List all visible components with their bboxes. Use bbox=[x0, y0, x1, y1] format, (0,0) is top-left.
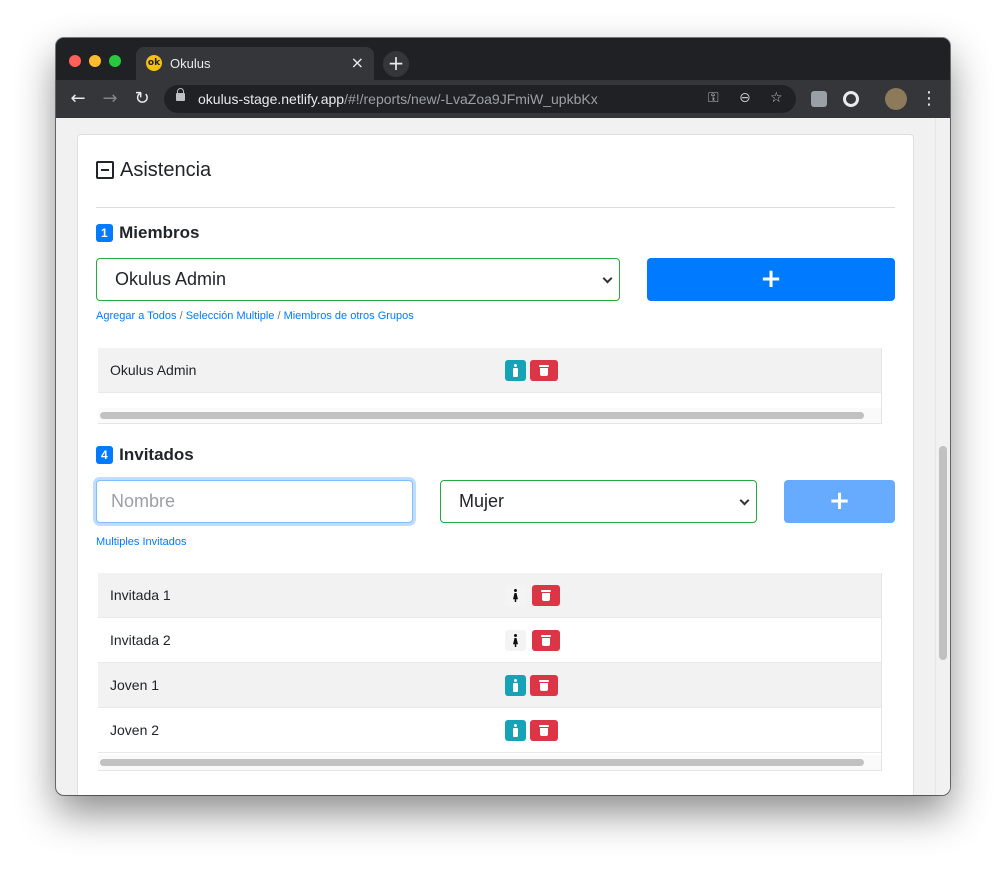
lock-icon bbox=[176, 88, 185, 101]
gender-female-button[interactable] bbox=[505, 585, 526, 606]
zoom-icon[interactable]: ⊖ bbox=[739, 90, 751, 106]
forward-icon[interactable]: → bbox=[99, 88, 121, 110]
profile-avatar[interactable] bbox=[885, 88, 907, 110]
gender-male-button[interactable] bbox=[505, 360, 526, 381]
page-content: Asistencia 1 Miembros Okulus Admin + Agr… bbox=[56, 118, 950, 795]
guests-title: Invitados bbox=[119, 445, 194, 464]
member-name: Okulus Admin bbox=[110, 362, 197, 378]
member-select[interactable]: Okulus Admin bbox=[96, 258, 620, 301]
menu-icon[interactable]: ⋮ bbox=[918, 88, 940, 110]
trash-icon bbox=[541, 590, 551, 601]
guest-links: Multiples Invitados bbox=[96, 536, 187, 548]
trash-icon bbox=[539, 725, 549, 736]
url-text: okulus-stage.netlify.app/#!/reports/new/… bbox=[198, 91, 598, 107]
guest-name-input[interactable]: Nombre bbox=[96, 480, 413, 523]
guest-name: Invitada 2 bbox=[110, 632, 171, 648]
close-window-button[interactable] bbox=[69, 55, 81, 67]
table-row: Invitada 2 bbox=[98, 618, 881, 663]
member-links: Agregar a Todos / Selección Multiple / M… bbox=[96, 310, 414, 322]
star-icon[interactable]: ☆ bbox=[770, 90, 783, 106]
browser-toolbar: ← → ↻ okulus-stage.netlify.app/#!/report… bbox=[56, 80, 950, 118]
guests-header: 4 Invitados bbox=[96, 445, 194, 467]
delete-button[interactable] bbox=[532, 585, 560, 606]
horizontal-scrollbar[interactable] bbox=[98, 755, 881, 770]
male-icon bbox=[513, 364, 518, 377]
gender-female-button[interactable] bbox=[505, 630, 526, 651]
guests-count-badge: 4 bbox=[96, 446, 113, 464]
okulus-favicon-icon: ok bbox=[146, 55, 162, 71]
address-bar[interactable]: okulus-stage.netlify.app/#!/reports/new/… bbox=[164, 85, 796, 113]
delete-button[interactable] bbox=[532, 630, 560, 651]
multiple-guests-link[interactable]: Multiples Invitados bbox=[96, 536, 187, 548]
add-member-button[interactable]: + bbox=[647, 258, 895, 301]
members-count-badge: 1 bbox=[96, 224, 113, 242]
delete-button[interactable] bbox=[530, 675, 558, 696]
delete-button[interactable] bbox=[530, 720, 558, 741]
gender-male-button[interactable] bbox=[505, 720, 526, 741]
guest-name: Joven 1 bbox=[110, 677, 160, 693]
table-row: Joven 2 bbox=[98, 708, 881, 753]
extension-record-icon[interactable] bbox=[843, 91, 859, 107]
guest-name: Joven 2 bbox=[110, 722, 160, 738]
scrollbar-thumb[interactable] bbox=[939, 446, 947, 660]
member-select-value: Okulus Admin bbox=[115, 269, 227, 289]
members-list: Okulus Admin bbox=[98, 348, 882, 424]
guest-gender-value: Mujer bbox=[459, 491, 505, 511]
tab-title: Okulus bbox=[170, 56, 211, 71]
trash-icon bbox=[539, 680, 549, 691]
trash-icon bbox=[541, 635, 551, 646]
add-guest-button[interactable]: + bbox=[784, 480, 895, 523]
new-tab-button[interactable]: + bbox=[383, 51, 409, 77]
female-icon bbox=[513, 634, 518, 647]
members-header: 1 Miembros bbox=[96, 223, 199, 245]
delete-button[interactable] bbox=[530, 360, 558, 381]
guest-gender-select[interactable]: Mujer bbox=[440, 480, 757, 523]
table-row: Joven 1 bbox=[98, 663, 881, 708]
minimize-window-button[interactable] bbox=[89, 55, 101, 67]
extension-icon[interactable] bbox=[811, 91, 827, 107]
chevron-down-icon bbox=[602, 273, 613, 284]
back-icon[interactable]: ← bbox=[67, 88, 89, 110]
female-icon bbox=[513, 589, 518, 602]
horizontal-scrollbar[interactable] bbox=[98, 408, 881, 423]
collapse-icon[interactable] bbox=[96, 161, 114, 179]
divider bbox=[96, 207, 895, 208]
other-groups-link[interactable]: Miembros de otros Grupos bbox=[284, 310, 414, 322]
tab-close-icon[interactable]: × bbox=[351, 53, 364, 73]
chevron-down-icon bbox=[739, 495, 750, 506]
add-all-link[interactable]: Agregar a Todos bbox=[96, 310, 177, 322]
gender-male-button[interactable] bbox=[505, 675, 526, 696]
guests-list: Invitada 1 Invitada 2 Joven 1 Joven 2 bbox=[98, 573, 882, 771]
male-icon bbox=[513, 724, 518, 737]
attendance-card: Asistencia 1 Miembros Okulus Admin + Agr… bbox=[77, 134, 914, 795]
tab-okulus[interactable]: ok Okulus × bbox=[136, 47, 374, 80]
male-icon bbox=[513, 679, 518, 692]
link-separator: / bbox=[179, 310, 183, 322]
members-title: Miembros bbox=[119, 223, 200, 242]
key-icon[interactable]: ⚿ bbox=[708, 90, 719, 106]
vertical-scrollbar[interactable] bbox=[935, 118, 950, 795]
browser-window: ok Okulus × + ← → ↻ okulus-stage.netlify… bbox=[56, 38, 950, 795]
trash-icon bbox=[539, 365, 549, 376]
reload-icon[interactable]: ↻ bbox=[131, 88, 153, 110]
multi-select-link[interactable]: Selección Multiple bbox=[186, 310, 275, 322]
link-separator: / bbox=[277, 310, 281, 322]
tab-strip: ok Okulus × + bbox=[56, 38, 950, 80]
table-row: Okulus Admin bbox=[98, 348, 881, 393]
section-title: Asistencia bbox=[120, 159, 212, 181]
table-row: Invitada 1 bbox=[98, 573, 881, 618]
guest-name: Invitada 1 bbox=[110, 587, 171, 603]
maximize-window-button[interactable] bbox=[109, 55, 121, 67]
